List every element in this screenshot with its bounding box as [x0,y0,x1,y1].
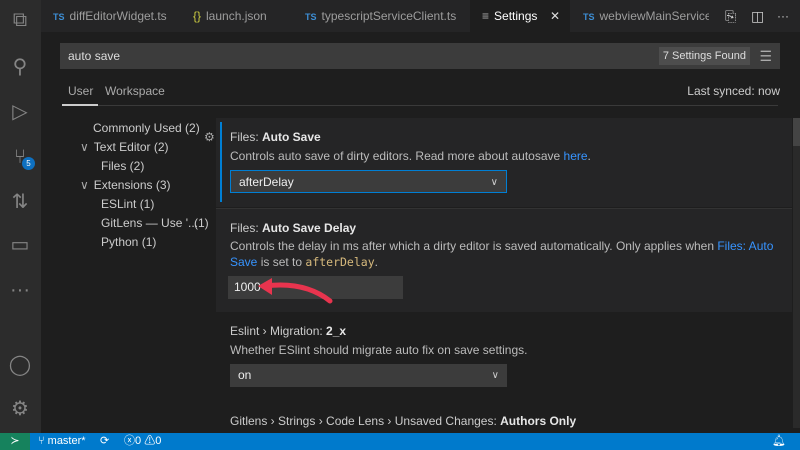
remote-icon[interactable]: ≻ [0,433,30,450]
more-icon[interactable]: ··· [8,278,32,302]
problems-indicator[interactable]: ⓧ0 ⚠0 [124,433,161,450]
manage-gear-icon[interactable]: ⚙ [8,397,32,421]
remote-explorer-icon[interactable]: ▭ [8,233,32,257]
settings-found-count: 7 Settings Found [658,47,750,65]
close-tab-icon[interactable]: ✕ [550,0,560,32]
toc-extensions[interactable]: ∨ Extensions (3) [80,178,171,192]
tab-launch-json[interactable]: {} launch.json [181,0,301,32]
last-synced: Last synced: now [687,84,780,98]
scrollbar[interactable] [793,118,800,428]
explorer-icon[interactable]: ⧉ [8,8,32,32]
toc-gitlens[interactable]: GitLens — Use '... (1) [101,216,209,230]
status-bar: ≻ ⑂ master* ⟳ ⓧ0 ⚠0 🔔︎ [0,433,800,450]
typescript-icon: TS [305,12,317,22]
tab-typescriptserviceclient[interactable]: TS typescriptServiceClient.ts [293,0,473,32]
tab-webviewmainservice[interactable]: TSwebviewMainService.ts [571,0,709,32]
run-debug-icon[interactable]: ▷ [8,100,32,124]
chevron-down-icon: ∨ [80,178,89,192]
focus-indicator [220,122,222,202]
error-icon: ⓧ [124,435,135,447]
typescript-icon: TS [583,12,595,22]
warning-icon: ⚠ [144,435,156,447]
split-editor-icon[interactable]: ◫ [739,0,764,32]
toc-python[interactable]: Python (1) [101,235,156,249]
eslint-migration-select[interactable]: on ∨ [230,364,507,387]
divider [62,105,778,106]
auto-save-select[interactable]: afterDelay ∨ [230,170,507,193]
tab-workspace[interactable]: Workspace [105,84,165,98]
open-json-icon[interactable]: ⎘ [713,0,736,32]
chevron-down-icon: ∨ [80,140,89,154]
setting-description: Whether ESlint should migrate auto fix o… [230,343,528,357]
more-actions-icon[interactable]: ··· [765,0,789,32]
active-tab-indicator [62,104,98,106]
setting-eslint-migration-title: Eslint › Migration: 2_x [230,324,347,338]
autosave-link[interactable]: here [564,149,588,163]
toc-eslint[interactable]: ESLint (1) [101,197,154,211]
tab-diffeditorwidget[interactable]: TS diffEditorWidget.ts [41,0,167,32]
settings-file-icon: ≡ [482,9,490,23]
setting-description: Controls the delay in ms after which a d… [230,239,774,269]
settings-search-input[interactable]: auto save 7 Settings Found ☰ [60,43,780,69]
chevron-down-icon: ∨ [491,370,499,381]
toc-commonly-used[interactable]: Commonly Used (2) [93,121,200,135]
setting-files-auto-save: Files: Auto Save Controls auto save of d… [216,118,792,207]
setting-title: Files: Auto Save Delay [230,221,357,235]
pull-request-icon[interactable]: ⇅ [8,190,32,214]
toc-files[interactable]: Files (2) [101,159,144,173]
annotation-arrow [258,278,333,304]
typescript-icon: TS [53,12,65,22]
chevron-down-icon: ∨ [490,177,498,188]
search-icon[interactable]: ⚲ [8,55,32,79]
tab-user[interactable]: User [68,84,93,98]
tab-settings[interactable]: ≡ Settings ✕ [470,0,570,32]
branch-indicator[interactable]: ⑂ master* [38,433,86,450]
activity-bar: ⧉ ⚲ ▷ ⑂ 5 ⇅ ▭ ··· ◯ ⚙ [0,0,41,433]
notifications-bell-icon[interactable]: 🔔︎ [772,433,786,450]
source-control-badge: 5 [22,157,35,170]
setting-title: Files: Auto Save [230,130,321,144]
setting-gitlens-title: Gitlens › Strings › Code Lens › Unsaved … [230,414,577,428]
account-icon[interactable]: ◯ [8,353,32,377]
json-icon: {} [193,9,202,23]
toc-text-editor[interactable]: ∨ Text Editor (2) [80,140,169,154]
tab-bar: TS diffEditorWidget.ts {} launch.json TS ty… [41,0,800,32]
setting-description: Controls auto save of dirty editors. Rea… [230,149,591,163]
sync-icon[interactable]: ⟳ [100,433,109,450]
setting-gear-icon[interactable]: ⚙ [204,130,215,144]
clear-filter-icon[interactable]: ☰ [759,43,772,69]
git-branch-icon: ⑂ [38,435,48,447]
